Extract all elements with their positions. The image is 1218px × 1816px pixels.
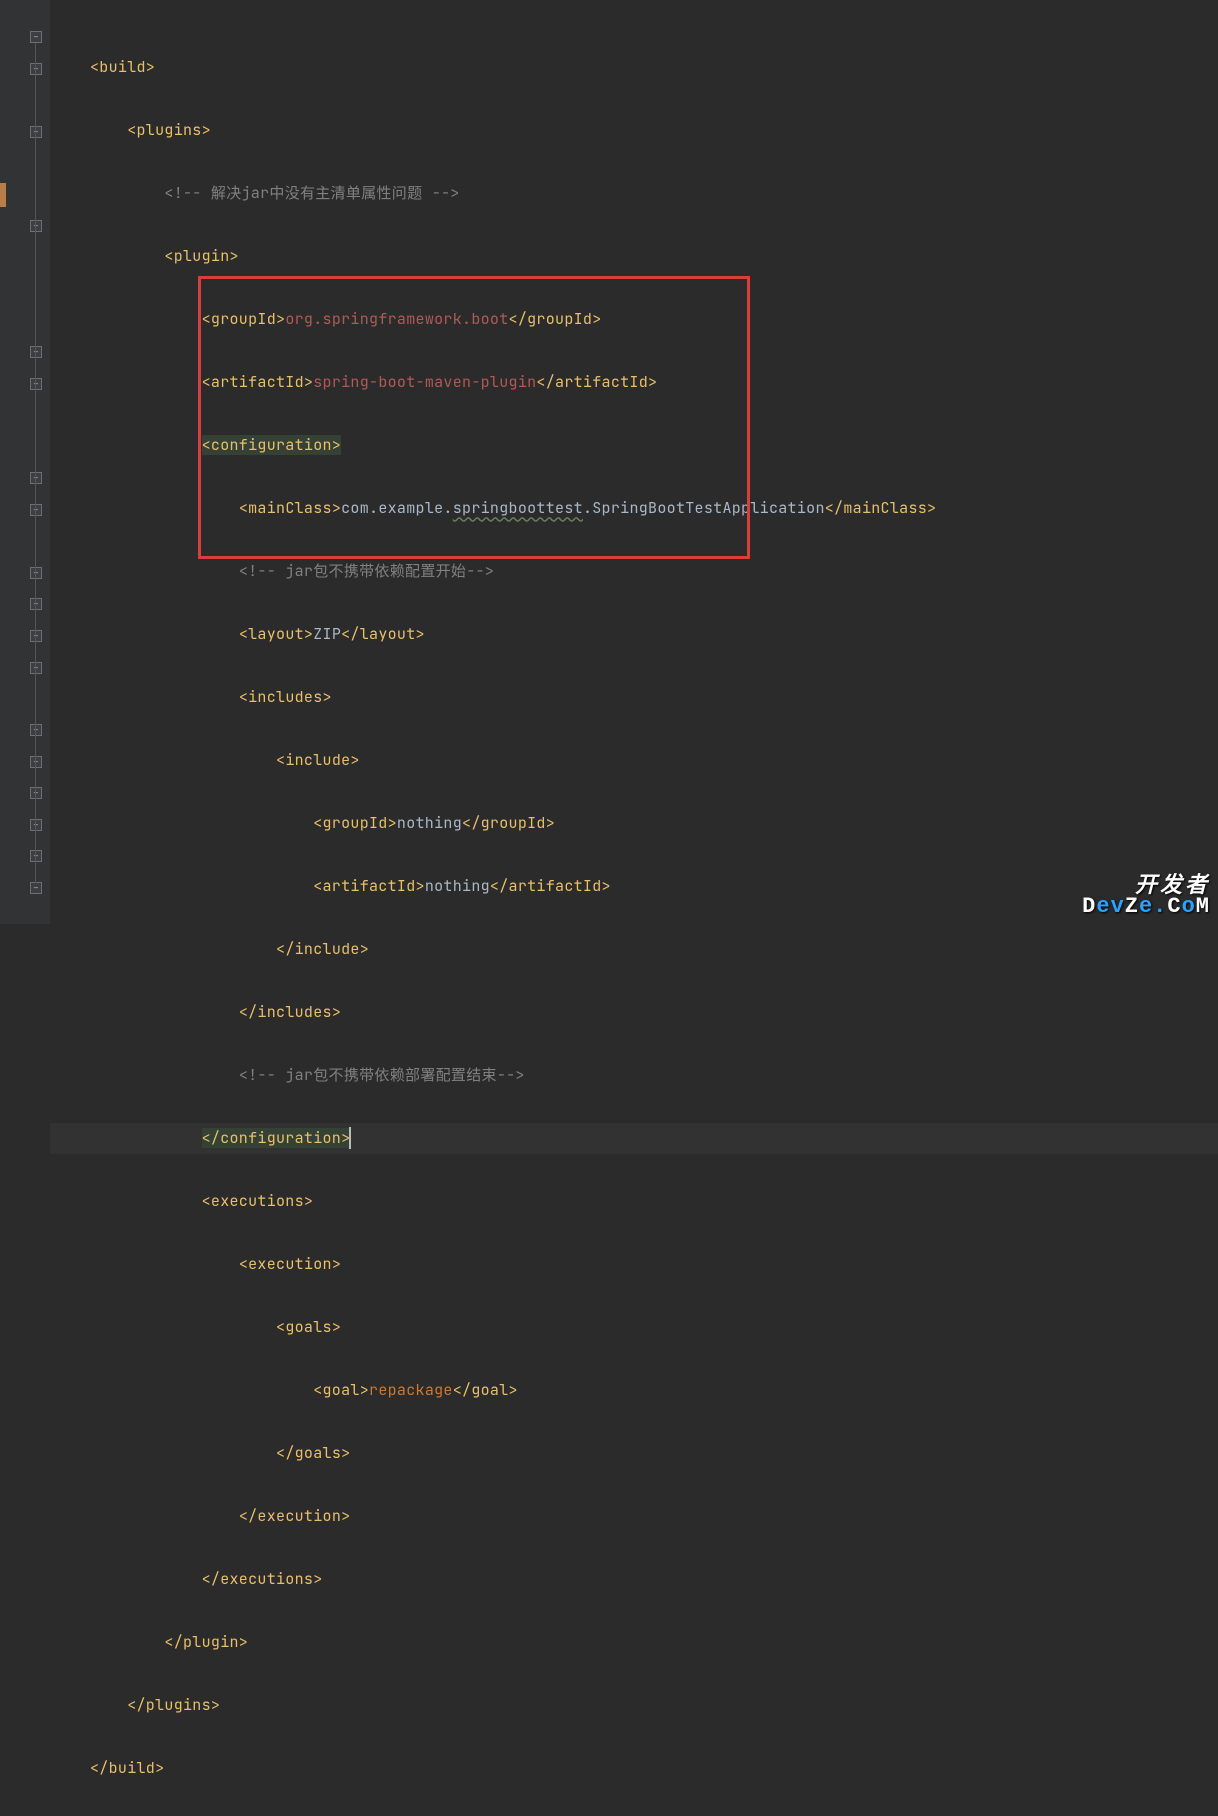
fold-icon[interactable]	[30, 630, 42, 642]
xml-tag: <groupId>	[202, 309, 286, 329]
xml-tag: </execution>	[239, 1506, 351, 1526]
fold-icon[interactable]	[30, 756, 42, 768]
xml-tag: <build>	[90, 57, 155, 77]
xml-tag: </layout>	[341, 624, 425, 644]
fold-icon[interactable]	[30, 472, 42, 484]
fold-icon[interactable]	[30, 567, 42, 579]
fold-icon[interactable]	[30, 378, 42, 390]
xml-text: org.springframework.boot	[285, 309, 508, 329]
xml-tag: </mainClass>	[825, 498, 937, 518]
xml-tag: </build>	[90, 1758, 164, 1778]
xml-tag: <artifactId>	[313, 876, 425, 896]
xml-tag: <layout>	[239, 624, 313, 644]
xml-tag: </plugins>	[127, 1695, 220, 1715]
xml-tag: </include>	[276, 939, 369, 959]
fold-icon[interactable]	[30, 819, 42, 831]
xml-tag: </plugin>	[164, 1632, 248, 1652]
xml-text: ZIP	[313, 624, 341, 644]
xml-tag: </includes>	[239, 1002, 341, 1022]
xml-tag: <execution>	[239, 1254, 341, 1274]
xml-tag: <includes>	[239, 687, 332, 707]
xml-tag: </executions>	[202, 1569, 323, 1589]
xml-comment: <!-- 解决jar中没有主清单属性问题 -->	[164, 183, 459, 203]
xml-tag: <executions>	[202, 1191, 314, 1211]
xml-text: nothing	[425, 876, 490, 896]
xml-tag: </goal>	[453, 1380, 518, 1400]
vcs-change-marker	[0, 183, 6, 207]
fold-icon[interactable]	[30, 724, 42, 736]
xml-tag: </groupId>	[462, 813, 555, 833]
xml-tag: <plugins>	[127, 120, 211, 140]
xml-comment: <!-- jar包不携带依赖配置开始-->	[239, 561, 494, 581]
xml-tag: <include>	[276, 750, 360, 770]
fold-icon[interactable]	[30, 598, 42, 610]
fold-icon[interactable]	[30, 850, 42, 862]
xml-tag: <groupId>	[313, 813, 397, 833]
xml-tag: <mainClass>	[239, 498, 341, 518]
code-editor[interactable]: <build> <plugins> <!-- 解决jar中没有主清单属性问题 -…	[50, 0, 1218, 1816]
fold-icon[interactable]	[30, 31, 42, 43]
fold-icon[interactable]	[30, 504, 42, 516]
fold-icon[interactable]	[30, 346, 42, 358]
xml-tag: <goals>	[276, 1317, 341, 1337]
fold-icon[interactable]	[30, 126, 42, 138]
xml-tag: <plugin>	[164, 246, 238, 266]
fold-icon[interactable]	[30, 662, 42, 674]
xml-text-warning: springboottest	[453, 498, 583, 518]
xml-tag: <goal>	[313, 1380, 369, 1400]
xml-text: repackage	[369, 1380, 453, 1400]
xml-tag: </artifactId>	[490, 876, 611, 896]
fold-icon[interactable]	[30, 787, 42, 799]
fold-icon[interactable]	[30, 220, 42, 232]
xml-tag-matched: <configuration>	[202, 435, 342, 455]
xml-tag: </artifactId>	[536, 372, 657, 392]
xml-tag: </groupId>	[509, 309, 602, 329]
fold-icon[interactable]	[30, 63, 42, 75]
xml-text: .SpringBootTestApplication	[583, 498, 825, 518]
xml-tag: </goals>	[276, 1443, 350, 1463]
xml-text: nothing	[397, 813, 462, 833]
xml-comment: <!-- jar包不携带依赖部署配置结束-->	[239, 1065, 525, 1085]
fold-icon[interactable]	[30, 882, 42, 894]
editor-gutter	[0, 0, 50, 924]
xml-tag: <artifactId>	[202, 372, 314, 392]
xml-tag-matched: </configuration>	[202, 1128, 351, 1148]
xml-text: com.example.	[341, 498, 453, 518]
text-caret	[349, 1127, 351, 1149]
xml-text: spring-boot-maven-plugin	[313, 372, 536, 392]
